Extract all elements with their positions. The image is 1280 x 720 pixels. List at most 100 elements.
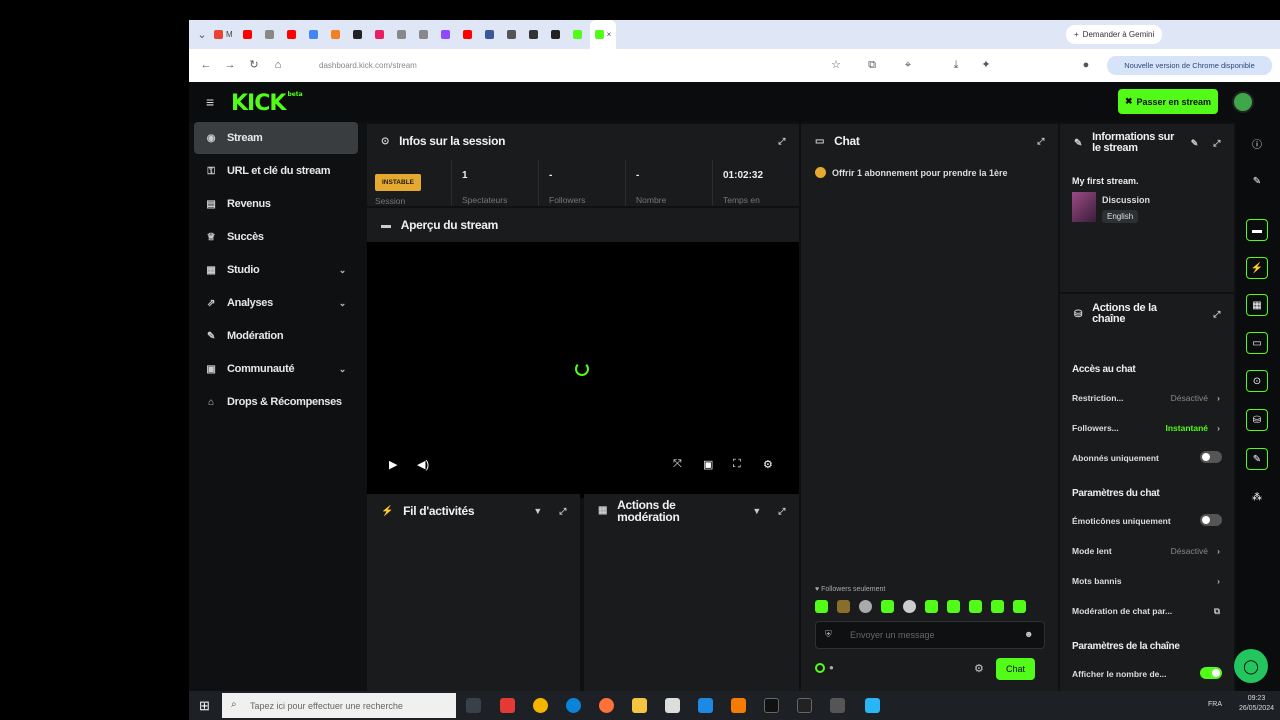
preview-icon[interactable]: ▬ <box>1246 219 1268 241</box>
banned-words-row[interactable]: Mots bannis › <box>1072 576 1222 586</box>
app-icon[interactable] <box>698 698 713 713</box>
go-live-button[interactable]: ✖ Passer en stream <box>1118 89 1218 114</box>
chat-input[interactable]: Envoyer un message <box>815 621 1045 649</box>
sidebar-item-community[interactable]: ▣ Communauté ⌄ <box>194 353 358 385</box>
browser-tab[interactable] <box>546 20 568 49</box>
emote-icon[interactable] <box>969 600 982 613</box>
store-icon[interactable] <box>665 698 680 713</box>
sidebar-item-studio[interactable]: ▦ Studio ⌄ <box>194 254 358 286</box>
notion-icon[interactable] <box>764 698 779 713</box>
points-icon[interactable] <box>815 663 825 673</box>
filter-icon[interactable]: ▼ <box>752 505 761 517</box>
tab-list-icon[interactable]: ⌄ <box>195 28 209 42</box>
new-version-button[interactable]: Nouvelle version de Chrome disponible <box>1107 56 1272 75</box>
back-icon[interactable]: ← <box>199 58 213 72</box>
reload-icon[interactable]: ↻ <box>247 58 261 72</box>
show-count-toggle[interactable] <box>1200 667 1222 679</box>
restriction-row[interactable]: Restriction... Désactivé › <box>1072 393 1222 403</box>
chat-icon[interactable]: ▭ <box>1246 332 1268 354</box>
browser-tab[interactable] <box>480 20 502 49</box>
browser-tab[interactable] <box>348 20 370 49</box>
expand-icon[interactable]: ⤢ <box>778 136 785 147</box>
send-chat-button[interactable]: Chat <box>996 658 1035 680</box>
puzzle-icon[interactable]: ✦ <box>979 58 993 72</box>
emote-icon[interactable] <box>815 600 828 613</box>
browser-tab[interactable] <box>304 20 326 49</box>
app-icon[interactable] <box>500 698 515 713</box>
moderation-icon[interactable]: ▦ <box>1246 294 1268 316</box>
emoji-icon[interactable]: ☻ <box>1024 629 1033 639</box>
windows-start-icon[interactable]: ⊞ <box>199 698 210 714</box>
app-icon[interactable] <box>830 698 845 713</box>
sidebar-item-drops[interactable]: ⌂ Drops & Récompenses <box>194 386 358 418</box>
expand-icon[interactable]: ⤢ <box>1037 136 1044 147</box>
sidebar-item-achievements[interactable]: ♕ Succès <box>194 221 358 253</box>
browser-tab[interactable] <box>568 20 590 49</box>
followers-row[interactable]: Followers... Instantané › <box>1072 423 1222 433</box>
task-view-icon[interactable] <box>466 698 481 713</box>
sidebar-item-stream-key[interactable]: ⚿ URL et clé du stream <box>194 155 358 187</box>
sidebar-item-stream[interactable]: ◉ Stream <box>194 122 358 154</box>
play-icon[interactable]: ▶ <box>389 458 397 471</box>
emote-icon[interactable] <box>881 600 894 613</box>
emote-icon[interactable] <box>859 600 872 613</box>
edit-icon[interactable]: ✎ <box>1191 138 1199 149</box>
sidebar-item-analytics[interactable]: ⇗ Analyses ⌄ <box>194 287 358 319</box>
expand-icon[interactable]: ⤢ <box>778 505 785 517</box>
app-icon[interactable] <box>865 698 880 713</box>
popout-icon[interactable]: ⤧ <box>673 458 682 471</box>
browser-tab[interactable] <box>502 20 524 49</box>
taskbar-search[interactable]: Tapez ici pour effectuer une recherche <box>222 693 456 718</box>
edit-icon[interactable]: ✎ <box>1246 170 1268 192</box>
tab-kick-dashboard[interactable]: × <box>589 20 617 49</box>
profile-icon[interactable]: ● <box>1079 58 1093 72</box>
emotes-only-toggle[interactable] <box>1200 514 1222 526</box>
browser-tab[interactable]: M <box>209 20 238 49</box>
chat-settings-icon[interactable]: ⚙ <box>974 662 984 675</box>
info-icon[interactable]: ⓘ <box>1246 132 1268 154</box>
browser-tab[interactable] <box>282 20 304 49</box>
emote-icon[interactable] <box>1013 600 1026 613</box>
emote-icon[interactable] <box>837 600 850 613</box>
expand-icon[interactable]: ⤢ <box>559 506 566 517</box>
emote-icon[interactable] <box>925 600 938 613</box>
browser-tab[interactable] <box>370 20 392 49</box>
download-icon[interactable]: ⤓ <box>949 58 963 72</box>
obs-icon[interactable] <box>797 698 812 713</box>
browser-tab[interactable] <box>238 20 260 49</box>
browser-tab[interactable] <box>392 20 414 49</box>
session-icon[interactable]: ⊙ <box>1246 370 1268 392</box>
browser-tab[interactable] <box>326 20 348 49</box>
edge-icon[interactable] <box>566 698 581 713</box>
app-icon[interactable] <box>731 698 746 713</box>
fullscreen-icon[interactable]: ⛶ <box>733 458 741 471</box>
filter-icon[interactable]: ▼ <box>533 506 542 516</box>
avatar[interactable] <box>1232 91 1254 113</box>
forward-icon[interactable]: → <box>223 58 237 72</box>
browser-tab[interactable] <box>436 20 458 49</box>
chrome-icon[interactable] <box>533 698 548 713</box>
url-field[interactable]: dashboard.kick.com/stream <box>291 56 851 75</box>
extension-icon[interactable]: ⧉ <box>865 58 879 72</box>
expand-icon[interactable]: ⤢ <box>1213 309 1220 320</box>
slow-mode-row[interactable]: Mode lent Désactivé › <box>1072 546 1222 556</box>
location-icon[interactable]: ⌖ <box>901 58 915 72</box>
gift-sub-message[interactable]: Offrir 1 abonnement pour prendre la 1ère <box>815 167 1008 178</box>
emote-icon[interactable] <box>903 600 916 613</box>
emote-icon[interactable] <box>947 600 960 613</box>
channel-icon[interactable]: ⛁ <box>1246 409 1268 431</box>
browser-tab[interactable] <box>260 20 282 49</box>
home-icon[interactable]: ⌂ <box>271 58 285 72</box>
taskbar-clock[interactable]: 09:23 26/05/2024 <box>1239 694 1274 714</box>
volume-icon[interactable]: ◀) <box>417 458 429 471</box>
kick-logo[interactable]: KICK beta <box>231 91 303 116</box>
emote-icon[interactable] <box>991 600 1004 613</box>
expand-icon[interactable]: ⤢ <box>1213 138 1220 149</box>
menu-icon[interactable]: ≡ <box>206 94 214 110</box>
firefox-icon[interactable] <box>599 698 614 713</box>
help-button[interactable]: ◯ <box>1234 649 1268 683</box>
sidebar-item-moderation[interactable]: ✎ Modération <box>194 320 358 352</box>
settings-icon[interactable]: ⚙ <box>763 458 773 471</box>
ask-gemini-button[interactable]: + Demander à Gemini <box>1066 25 1163 44</box>
browser-tab[interactable] <box>414 20 436 49</box>
